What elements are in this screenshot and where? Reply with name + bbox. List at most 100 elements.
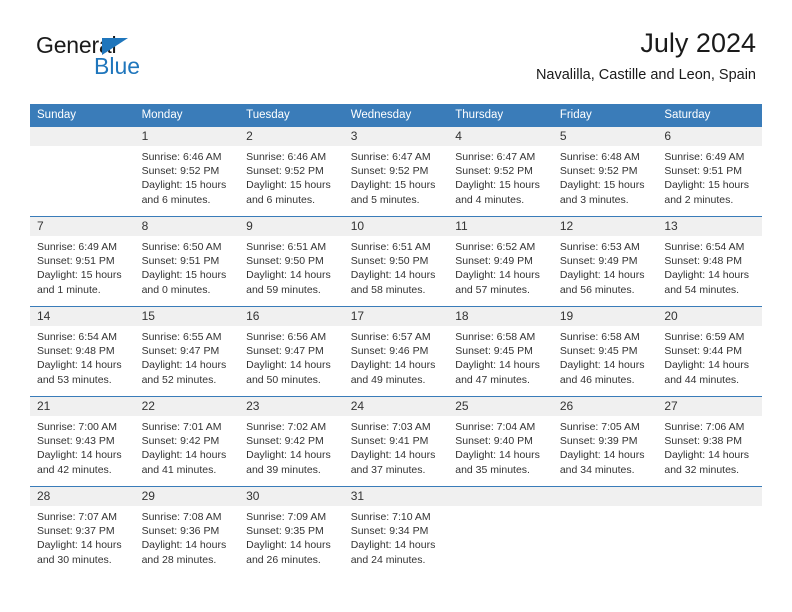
sunset-text: Sunset: 9:47 PM: [246, 345, 324, 358]
day-details: Sunrise: 6:50 AM Sunset: 9:51 PM Daylight:…: [135, 236, 240, 297]
calendar-day-cell[interactable]: 22 Sunrise: 7:01 AM Sunset: 9:42 PM Dayligh…: [134, 396, 240, 487]
day-details: Sunrise: 7:07 AM Sunset: 9:37 PM Daylight:…: [30, 506, 135, 567]
weekday-header-saturday: Saturday: [657, 104, 762, 127]
daylight-text: Daylight: 14 hours and 42 minutes.: [37, 449, 122, 476]
daylight-text: Daylight: 14 hours and 28 minutes.: [141, 539, 227, 566]
calendar-week-row: 7 Sunrise: 6:49 AM Sunset: 9:51 PM Daylight…: [30, 216, 762, 307]
day-details: Sunrise: 6:56 AM Sunset: 9:47 PM Daylight:…: [239, 326, 344, 387]
day-details: Sunrise: 6:49 AM Sunset: 9:51 PM Daylight:…: [657, 146, 762, 207]
calendar-day-cell[interactable]: 25 Sunrise: 7:04 AM Sunset: 9:40 PM Dayligh…: [448, 396, 553, 487]
calendar-day-cell[interactable]: 8 Sunrise: 6:50 AM Sunset: 9:51 PM Daylight…: [134, 216, 240, 307]
calendar-day-cell[interactable]: 28 Sunrise: 7:07 AM Sunset: 9:37 PM Dayligh…: [30, 486, 135, 577]
sunrise-text: Sunrise: 7:06 AM: [664, 421, 745, 433]
daylight-text: Daylight: 14 hours and 52 minutes.: [141, 359, 227, 386]
sunset-text: Sunset: 9:37 PM: [37, 525, 115, 538]
day-details: Sunrise: 6:46 AM Sunset: 9:52 PM Daylight:…: [239, 146, 344, 207]
sunrise-text: Sunrise: 7:00 AM: [37, 421, 117, 433]
calendar-day-cell[interactable]: 6 Sunrise: 6:49 AM Sunset: 9:51 PM Daylight…: [657, 126, 762, 217]
calendar-day-cell[interactable]: 24 Sunrise: 7:03 AM Sunset: 9:41 PM Dayligh…: [343, 396, 449, 487]
day-number: 30: [239, 487, 344, 506]
calendar-day-cell[interactable]: 16 Sunrise: 6:56 AM Sunset: 9:47 PM Dayligh…: [239, 306, 344, 397]
daylight-text: Daylight: 15 hours and 2 minutes.: [664, 179, 750, 206]
calendar-day-cell[interactable]: 21 Sunrise: 7:00 AM Sunset: 9:43 PM Dayligh…: [30, 396, 135, 487]
day-details: Sunrise: 6:58 AM Sunset: 9:45 PM Daylight:…: [448, 326, 553, 387]
calendar-day-cell[interactable]: 4 Sunrise: 6:47 AM Sunset: 9:52 PM Daylight…: [448, 126, 553, 217]
day-details: Sunrise: 6:54 AM Sunset: 9:48 PM Daylight:…: [30, 326, 135, 387]
daylight-text: Daylight: 14 hours and 59 minutes.: [246, 269, 331, 296]
sunset-text: Sunset: 9:52 PM: [559, 165, 638, 178]
daylight-text: Daylight: 14 hours and 46 minutes.: [559, 359, 645, 386]
sunrise-text: Sunrise: 6:57 AM: [350, 331, 431, 343]
calendar-day-cell[interactable]: 18 Sunrise: 6:58 AM Sunset: 9:45 PM Dayligh…: [448, 306, 553, 397]
daylight-text: Daylight: 14 hours and 57 minutes.: [455, 269, 540, 296]
sunset-text: Sunset: 9:46 PM: [350, 345, 429, 358]
calendar-day-cell[interactable]: 17 Sunrise: 6:57 AM Sunset: 9:46 PM Dayligh…: [343, 306, 449, 397]
calendar-day-cell[interactable]: 12 Sunrise: 6:53 AM Sunset: 9:49 PM Dayligh…: [552, 216, 658, 307]
calendar-day-cell[interactable]: 1 Sunrise: 6:46 AM Sunset: 9:52 PM Daylight…: [134, 126, 240, 217]
brand-logo[interactable]: General Blue: [36, 34, 236, 90]
daylight-text: Daylight: 14 hours and 49 minutes.: [350, 359, 436, 386]
title-block: July 2024 Navalilla, Castille and Leon, …: [536, 28, 756, 84]
daylight-text: Daylight: 14 hours and 37 minutes.: [350, 449, 436, 476]
calendar-day-cell[interactable]: 19 Sunrise: 6:58 AM Sunset: 9:45 PM Dayligh…: [552, 306, 658, 397]
day-details: Sunrise: 6:53 AM Sunset: 9:49 PM Daylight:…: [553, 236, 658, 297]
weekday-header-tuesday: Tuesday: [239, 104, 344, 127]
day-number: 21: [30, 397, 135, 416]
calendar-day-cell[interactable]: 10 Sunrise: 6:51 AM Sunset: 9:50 PM Dayligh…: [343, 216, 449, 307]
calendar-day-cell[interactable]: 30 Sunrise: 7:09 AM Sunset: 9:35 PM Dayligh…: [239, 486, 344, 577]
day-number: 4: [448, 127, 553, 146]
sunrise-text: Sunrise: 6:58 AM: [455, 331, 536, 343]
calendar-day-cell[interactable]: 31 Sunrise: 7:10 AM Sunset: 9:34 PM Dayligh…: [343, 486, 449, 577]
calendar-day-cell[interactable]: 3 Sunrise: 6:47 AM Sunset: 9:52 PM Daylight…: [343, 126, 449, 217]
sunrise-text: Sunrise: 6:53 AM: [559, 241, 640, 253]
sunset-text: Sunset: 9:51 PM: [141, 255, 220, 268]
day-number: 3: [343, 127, 449, 146]
day-number: 16: [239, 307, 344, 326]
day-number: 23: [239, 397, 344, 416]
calendar-day-cell[interactable]: 7 Sunrise: 6:49 AM Sunset: 9:51 PM Daylight…: [30, 216, 135, 307]
calendar-day-cell[interactable]: 29 Sunrise: 7:08 AM Sunset: 9:36 PM Dayligh…: [134, 486, 240, 577]
sunset-text: Sunset: 9:51 PM: [37, 255, 115, 268]
sunset-text: Sunset: 9:42 PM: [141, 435, 220, 448]
daylight-text: Daylight: 15 hours and 4 minutes.: [455, 179, 540, 206]
sunrise-text: Sunrise: 6:49 AM: [664, 151, 745, 163]
calendar-day-cell[interactable]: 20 Sunrise: 6:59 AM Sunset: 9:44 PM Dayligh…: [657, 306, 762, 397]
daylight-text: Daylight: 14 hours and 41 minutes.: [141, 449, 227, 476]
day-details: Sunrise: 7:01 AM Sunset: 9:42 PM Daylight:…: [135, 416, 240, 477]
sunset-text: Sunset: 9:43 PM: [37, 435, 115, 448]
day-details: Sunrise: 7:04 AM Sunset: 9:40 PM Daylight:…: [448, 416, 553, 477]
day-number: [448, 487, 553, 506]
daylight-text: Daylight: 14 hours and 54 minutes.: [664, 269, 750, 296]
day-details: Sunrise: 6:47 AM Sunset: 9:52 PM Daylight:…: [344, 146, 449, 207]
calendar-day-cell[interactable]: 5 Sunrise: 6:48 AM Sunset: 9:52 PM Daylight…: [552, 126, 658, 217]
sunrise-text: Sunrise: 6:46 AM: [141, 151, 222, 163]
calendar-day-cell[interactable]: 11 Sunrise: 6:52 AM Sunset: 9:49 PM Dayligh…: [448, 216, 553, 307]
sunrise-text: Sunrise: 7:05 AM: [559, 421, 640, 433]
weekday-header-thursday: Thursday: [448, 104, 553, 127]
sunset-text: Sunset: 9:34 PM: [350, 525, 429, 538]
calendar-day-cell[interactable]: 2 Sunrise: 6:46 AM Sunset: 9:52 PM Daylight…: [239, 126, 344, 217]
sunrise-text: Sunrise: 6:58 AM: [559, 331, 640, 343]
sunset-text: Sunset: 9:47 PM: [141, 345, 220, 358]
day-details: Sunrise: 7:00 AM Sunset: 9:43 PM Daylight:…: [30, 416, 135, 477]
calendar-day-cell[interactable]: 13 Sunrise: 6:54 AM Sunset: 9:48 PM Dayligh…: [657, 216, 762, 307]
calendar-day-cell[interactable]: 14 Sunrise: 6:54 AM Sunset: 9:48 PM Dayligh…: [30, 306, 135, 397]
calendar-day-cell[interactable]: 27 Sunrise: 7:06 AM Sunset: 9:38 PM Dayligh…: [657, 396, 762, 487]
weekday-header-friday: Friday: [552, 104, 658, 127]
sunset-text: Sunset: 9:44 PM: [664, 345, 743, 358]
day-details: Sunrise: 6:49 AM Sunset: 9:51 PM Daylight:…: [30, 236, 135, 297]
calendar-day-cell[interactable]: 26 Sunrise: 7:05 AM Sunset: 9:39 PM Dayligh…: [552, 396, 658, 487]
day-number: 5: [552, 127, 658, 146]
calendar-cell-empty: [448, 486, 553, 577]
calendar-day-cell[interactable]: 23 Sunrise: 7:02 AM Sunset: 9:42 PM Dayligh…: [239, 396, 344, 487]
sunset-text: Sunset: 9:40 PM: [455, 435, 533, 448]
daylight-text: Daylight: 15 hours and 5 minutes.: [350, 179, 436, 206]
sunrise-text: Sunrise: 6:49 AM: [37, 241, 117, 253]
day-number: 25: [448, 397, 553, 416]
day-number: 14: [30, 307, 135, 326]
calendar-day-cell[interactable]: 15 Sunrise: 6:55 AM Sunset: 9:47 PM Dayligh…: [134, 306, 240, 397]
sunset-text: Sunset: 9:52 PM: [350, 165, 429, 178]
calendar-day-cell[interactable]: 9 Sunrise: 6:51 AM Sunset: 9:50 PM Daylight…: [239, 216, 344, 307]
sunset-text: Sunset: 9:36 PM: [141, 525, 220, 538]
daylight-text: Daylight: 15 hours and 6 minutes.: [246, 179, 331, 206]
